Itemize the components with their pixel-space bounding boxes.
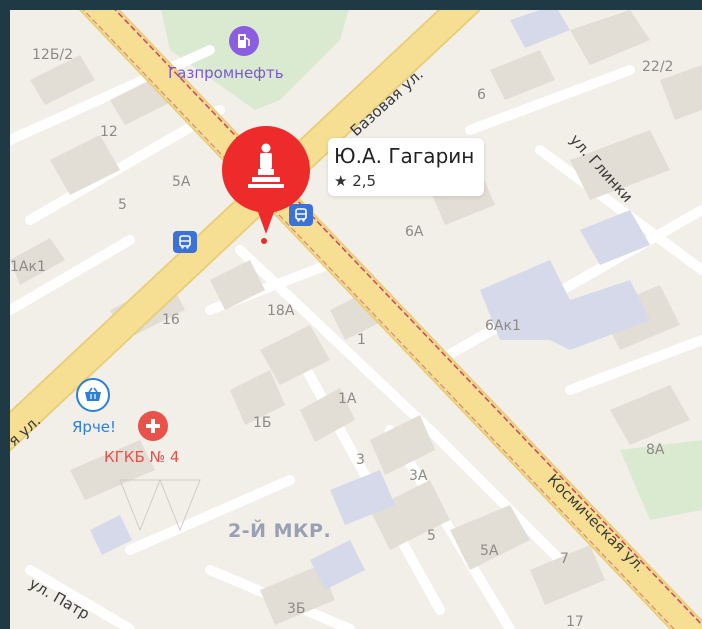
building-label: 1	[357, 332, 366, 348]
basket-icon	[85, 387, 101, 401]
building-label: 1Б	[253, 415, 272, 431]
medical-cross-icon	[146, 419, 160, 433]
building-label: 16	[162, 312, 180, 328]
building-label: 5	[118, 197, 127, 213]
building-label: 18А	[267, 303, 295, 319]
bus-stop-icon[interactable]	[173, 231, 197, 253]
building-label: 7	[560, 551, 569, 567]
building-label: 1А	[338, 391, 357, 407]
building-label: 3	[356, 452, 365, 468]
building-label: 6	[477, 87, 486, 103]
fuel-icon	[238, 34, 250, 48]
building-label: 5А	[480, 543, 499, 559]
hospital-label[interactable]: КГКБ № 4	[104, 450, 179, 465]
hospital-poi[interactable]	[138, 411, 168, 441]
place-rating: ★ 2,5	[334, 172, 474, 190]
gas-station-poi[interactable]	[229, 26, 259, 56]
building-label: 3Б	[287, 601, 306, 617]
shop-label[interactable]: Ярче!	[72, 420, 116, 435]
building-label: 5А	[172, 174, 191, 190]
building-label: 22/2	[642, 59, 674, 75]
building-label: 6Ак1	[485, 318, 521, 334]
selected-place-marker[interactable]	[218, 122, 314, 246]
building-label: 1Ак1	[10, 259, 46, 275]
building-label: 12	[100, 124, 118, 140]
building-label: 17	[566, 614, 584, 629]
building-label: 8А	[646, 442, 665, 458]
rating-value: 2,5	[352, 172, 377, 190]
building-label: 6А	[405, 224, 424, 240]
place-title: Ю.А. Гагарин	[334, 144, 475, 168]
district-label: 2-Й МКР.	[228, 520, 332, 542]
map-view[interactable]: 12Б/2 12 5А 5 1Ак1 16 18А 1 1А 1Б 3 3А 5…	[10, 10, 702, 629]
shop-poi[interactable]	[76, 378, 110, 412]
place-card[interactable]: Ю.А. Гагарин ★ 2,5	[328, 138, 485, 196]
building-label: 5	[427, 528, 436, 544]
star-icon: ★	[334, 172, 348, 190]
gas-station-label[interactable]: Газпромнефть	[168, 66, 284, 81]
building-label: 12Б/2	[32, 47, 74, 63]
building-label: 3А	[409, 468, 428, 484]
